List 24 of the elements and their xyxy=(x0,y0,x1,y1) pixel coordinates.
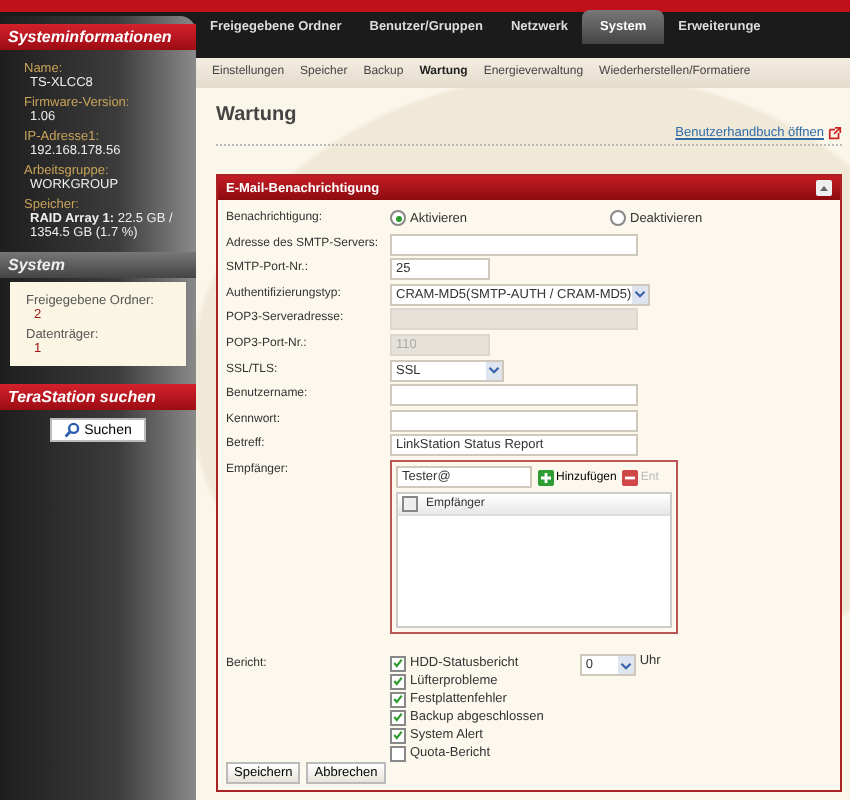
minus-icon xyxy=(622,469,639,485)
radio-button[interactable] xyxy=(610,210,626,227)
checkbox[interactable] xyxy=(390,673,406,689)
checkbox[interactable] xyxy=(402,496,418,512)
radio-button[interactable] xyxy=(390,210,406,227)
chevron-down-icon xyxy=(632,285,648,304)
input-field[interactable] xyxy=(390,233,638,256)
input-field[interactable] xyxy=(390,409,638,432)
search-icon xyxy=(64,422,81,438)
plus-icon xyxy=(538,469,554,485)
checkbox[interactable] xyxy=(390,745,406,761)
checkbox[interactable] xyxy=(390,727,406,743)
chevron-down-icon xyxy=(617,656,634,674)
section-title: Systeminformationen xyxy=(0,24,196,50)
collapse-icon[interactable] xyxy=(816,180,832,197)
external-link-icon xyxy=(828,126,842,141)
checkbox[interactable] xyxy=(390,709,406,725)
input-field[interactable] xyxy=(390,384,638,407)
section-title: TeraStation suchen xyxy=(0,384,196,410)
checkbox[interactable] xyxy=(390,655,406,671)
page-title: Wartung xyxy=(216,104,299,127)
chevron-down-icon xyxy=(486,361,502,380)
checkbox[interactable] xyxy=(390,691,406,707)
section-title: System xyxy=(0,252,196,278)
